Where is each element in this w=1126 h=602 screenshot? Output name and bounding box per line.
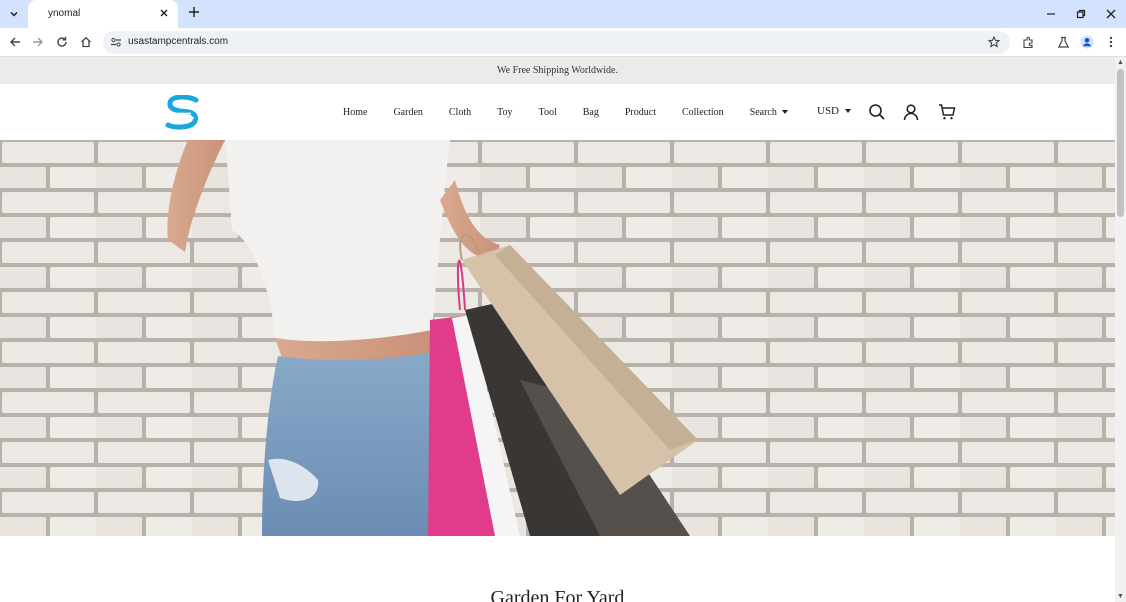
nav-cloth[interactable]: Cloth [449,107,471,118]
account-icon[interactable] [902,103,920,121]
browser-menu-icon[interactable] [1101,32,1121,52]
cart-icon[interactable] [938,103,956,121]
scroll-up-icon[interactable]: ▲ [1117,59,1124,66]
scroll-thumb[interactable] [1117,69,1124,217]
reload-icon[interactable] [52,32,72,52]
browser-tab-bar: ynomal [0,0,1126,28]
labs-flask-icon[interactable] [1053,32,1073,52]
section-title: Garden For Yard [490,587,625,602]
tab-close-icon[interactable] [156,6,172,22]
restore-icon[interactable] [1066,0,1096,28]
tab-title: ynomal [48,8,81,19]
home-icon[interactable] [76,32,96,52]
bookmark-star-icon[interactable] [987,35,1002,49]
tab-search-icon[interactable] [4,4,24,24]
new-tab-icon[interactable] [184,4,204,24]
browser-toolbar: usastampcentrals.com [0,28,1126,57]
profile-avatar-icon[interactable] [1077,32,1097,52]
browser-tab[interactable]: ynomal [28,0,178,28]
scroll-down-icon[interactable]: ▼ [1117,593,1124,600]
announcement-bar: We Free Shipping Worldwide. [0,57,1115,84]
main-nav: Home Garden Cloth Toy Tool Bag Product C… [343,84,814,140]
nav-garden[interactable]: Garden [393,107,422,118]
currency-selector[interactable]: USD [817,105,852,117]
hero-banner[interactable] [0,140,1115,536]
nav-product[interactable]: Product [625,107,656,118]
address-url[interactable]: usastampcentrals.com [128,36,228,47]
caret-down-icon [845,109,852,113]
nav-tool[interactable]: Tool [539,107,557,118]
site-info-icon[interactable] [110,35,124,49]
caret-down-icon [781,110,788,114]
site-header: Home Garden Cloth Toy Tool Bag Product C… [0,84,1115,140]
nav-toy[interactable]: Toy [497,107,512,118]
web-page: We Free Shipping Worldwide. Home Garden … [0,57,1115,602]
nav-collection[interactable]: Collection [682,107,724,118]
nav-search-label: Search [749,106,777,118]
address-bar[interactable]: usastampcentrals.com [103,31,1010,54]
hero-image [0,140,1115,536]
nav-bag[interactable]: Bag [583,107,599,118]
extensions-icon[interactable] [1018,32,1038,52]
forward-icon[interactable] [28,32,48,52]
page-scrollbar[interactable]: ▲ ▼ [1115,57,1126,602]
nav-home[interactable]: Home [343,107,367,118]
search-icon[interactable] [868,103,886,121]
back-icon[interactable] [5,32,25,52]
site-logo[interactable] [165,94,201,131]
currency-label: USD [817,105,840,117]
close-window-icon[interactable] [1096,0,1126,28]
nav-search-dropdown[interactable]: Search [750,107,788,118]
minimize-icon[interactable] [1036,0,1066,28]
